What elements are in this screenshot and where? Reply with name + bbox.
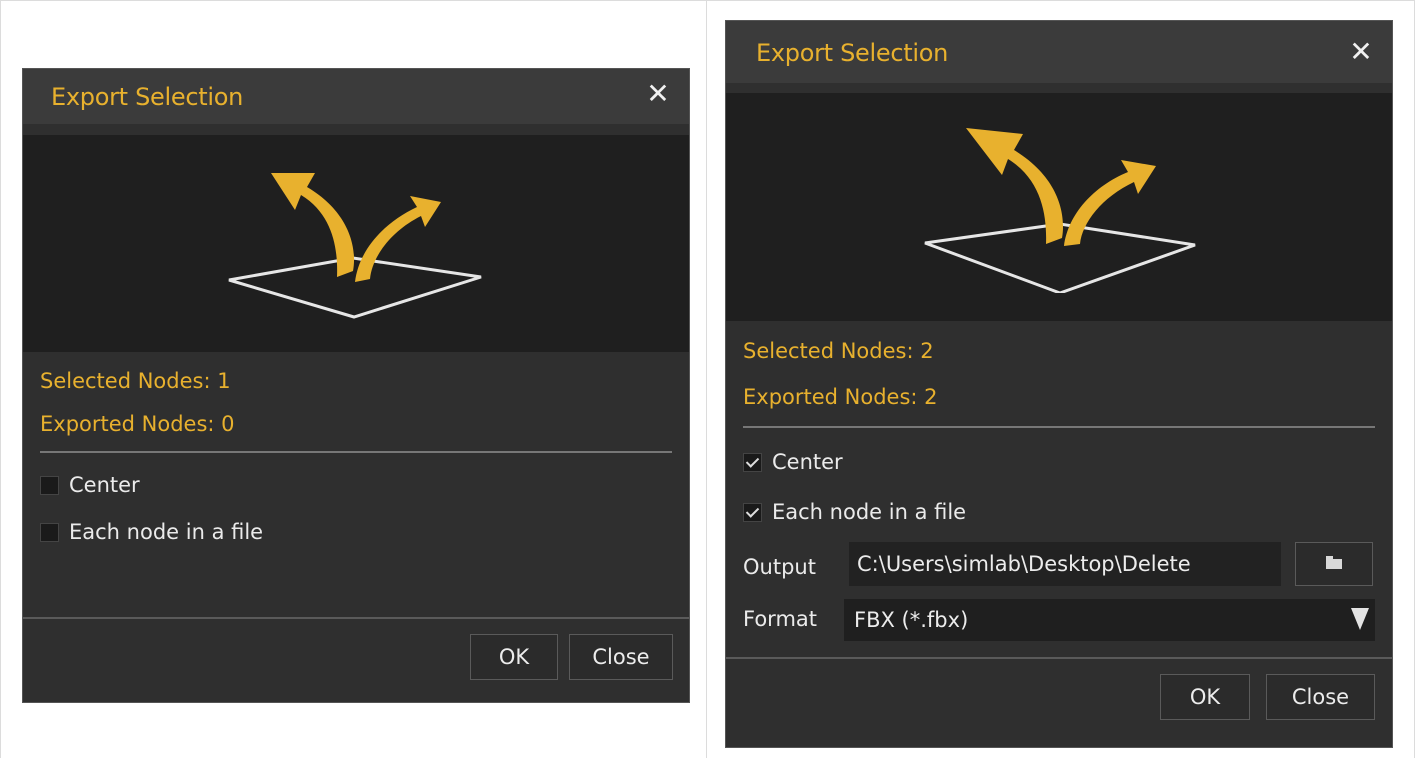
output-label: Output [743, 555, 816, 579]
close-icon[interactable]: ✕ [1346, 35, 1376, 69]
export-selection-dialog-left: Export Selection ✕ Selected Nodes: 1 Exp… [22, 68, 690, 703]
export-arrows-icon [228, 173, 482, 319]
exported-nodes-count: Exported Nodes: 2 [743, 385, 938, 409]
close-icon[interactable]: ✕ [643, 77, 673, 111]
export-preview-panel [23, 135, 689, 352]
section-divider [743, 426, 1375, 428]
each-node-checkbox-row[interactable]: Each node in a file [40, 519, 263, 545]
dialog-titlebar: Export Selection ✕ [726, 21, 1392, 83]
browse-button[interactable] [1295, 542, 1373, 586]
close-button[interactable]: Close [1266, 674, 1375, 720]
dialog-titlebar: Export Selection ✕ [23, 69, 689, 124]
center-label: Center [772, 450, 843, 474]
section-divider [40, 451, 672, 453]
frame-left-line [0, 0, 1, 758]
folder-icon [1326, 556, 1342, 569]
output-path-input[interactable]: C:\Users\simlab\Desktop\Delete [849, 542, 1281, 586]
dialog-title: Export Selection [51, 83, 243, 111]
center-checkbox[interactable] [40, 475, 59, 495]
export-preview-panel [726, 93, 1392, 321]
center-label: Center [69, 473, 140, 497]
dialog-title: Export Selection [756, 39, 948, 67]
each-node-checkbox-row[interactable]: Each node in a file [743, 499, 966, 525]
each-node-checkbox[interactable] [40, 522, 59, 542]
close-button[interactable]: Close [569, 634, 673, 680]
format-select[interactable]: FBX (*.fbx) [844, 599, 1375, 641]
frame-divider-line [706, 0, 707, 758]
export-selection-dialog-right: Export Selection ✕ Selected Nodes: 2 Exp… [725, 20, 1393, 748]
footer-divider [726, 657, 1392, 659]
selected-nodes-count: Selected Nodes: 1 [40, 369, 231, 393]
each-node-label: Each node in a file [772, 500, 967, 524]
frame-top-line [0, 0, 1415, 1]
screenshot-canvas: Export Selection ✕ Selected Nodes: 1 Exp… [0, 0, 1415, 758]
selected-nodes-count: Selected Nodes: 2 [743, 339, 934, 363]
exported-nodes-count: Exported Nodes: 0 [40, 412, 235, 436]
each-node-checkbox[interactable] [743, 502, 762, 522]
center-checkbox[interactable] [743, 452, 762, 472]
footer-divider [23, 617, 689, 619]
center-checkbox-row[interactable]: Center [40, 472, 140, 498]
format-selected-value: FBX (*.fbx) [854, 608, 969, 632]
dropdown-arrow-icon [1351, 608, 1369, 630]
each-node-label: Each node in a file [69, 520, 264, 544]
ok-button[interactable]: OK [470, 634, 558, 680]
center-checkbox-row[interactable]: Center [743, 449, 843, 475]
export-arrows-icon [924, 128, 1196, 293]
ok-button[interactable]: OK [1160, 674, 1250, 720]
format-label: Format [743, 607, 818, 631]
